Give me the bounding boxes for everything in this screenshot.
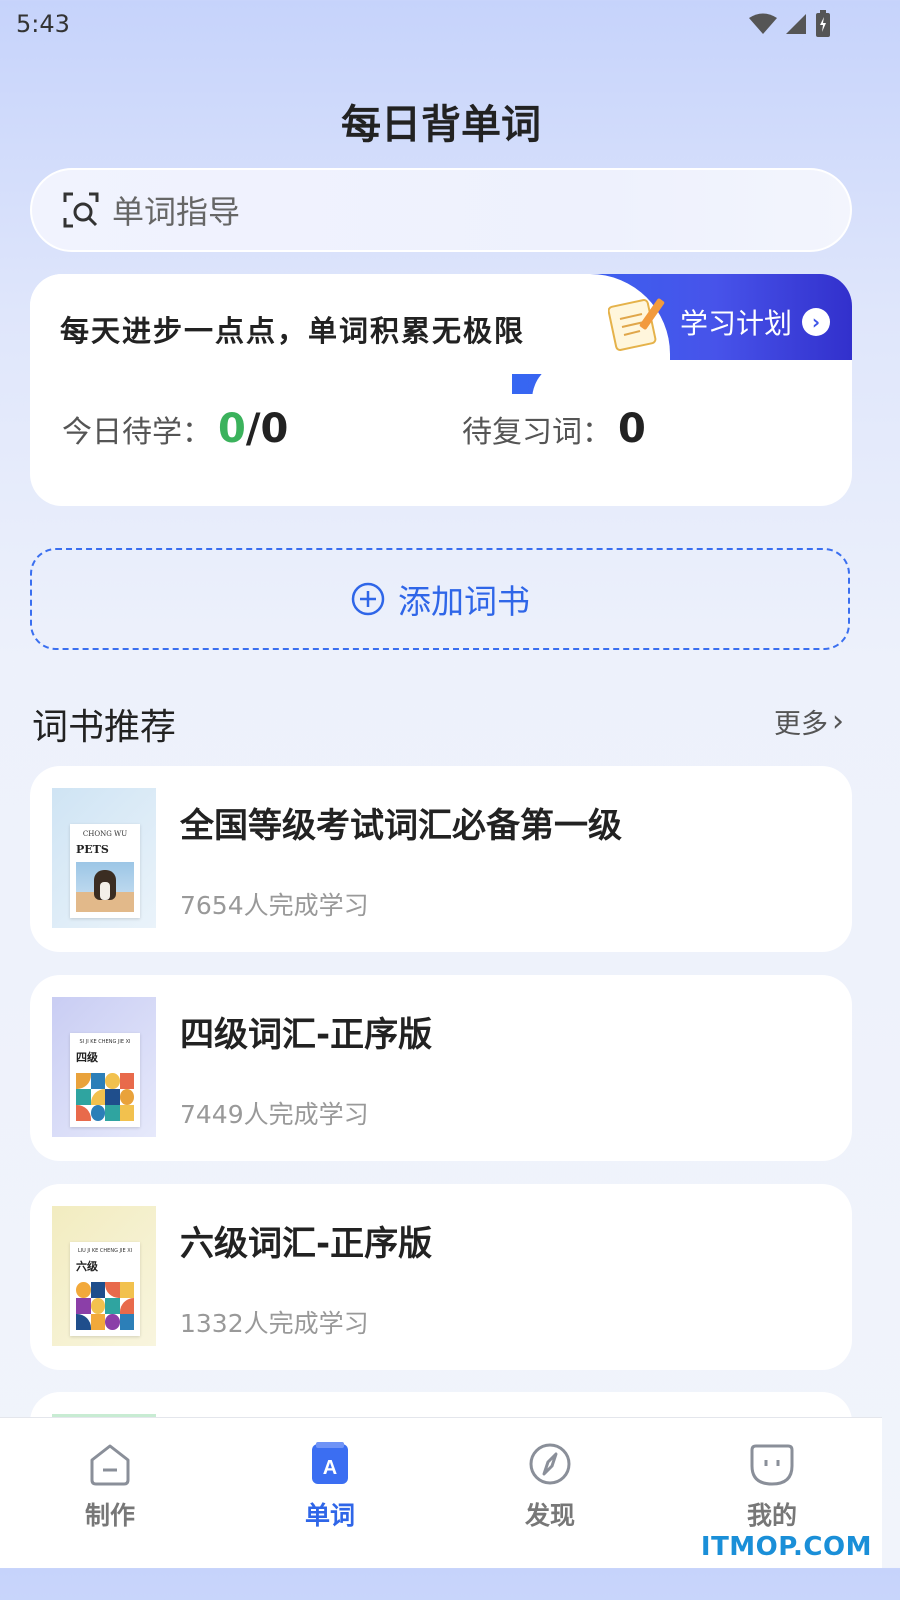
cover-text: SI JI KE CHENG JIE XI (79, 1039, 131, 1045)
tab-mine[interactable]: 我的 (712, 1440, 832, 1532)
add-word-book-label: 添加词书 (398, 582, 530, 621)
cellular-signal-icon (786, 14, 806, 34)
dog-photo (76, 862, 134, 912)
geometric-pattern (76, 1282, 134, 1330)
cover-text: PETS (76, 843, 109, 856)
compass-icon (529, 1443, 571, 1485)
today-done: 0 (218, 406, 246, 452)
today-label: 今日待学： (62, 415, 212, 450)
tab-label: 发现 (524, 1501, 575, 1530)
review-label: 待复习词： (462, 415, 612, 450)
profile-icon (750, 1444, 794, 1486)
chevron-right-icon: › (832, 704, 844, 739)
section-title-recommend: 词书推荐 (32, 707, 177, 748)
add-word-book-button[interactable]: 添加词书 (30, 548, 850, 650)
status-time: 5:43 (16, 10, 70, 38)
book-title: 全国等级考试词汇必备第一级 (180, 806, 622, 846)
book-card[interactable]: LIU JI KE CHENG JIE XI 六级 六级词汇-正序版 1332人… (30, 1184, 852, 1370)
tab-label: 我的 (746, 1501, 797, 1530)
study-plan-label: 学习计划 (679, 307, 792, 340)
wifi-icon (749, 13, 777, 34)
home-icon (90, 1444, 130, 1486)
study-plan-card: 每天进步一点点，单词积累无极限 学习计划 › 今日待学： 0 /0 待复习词： … (30, 274, 852, 506)
cover-text: 六级 (76, 1260, 98, 1273)
book-card[interactable]: SI JI KE CHENG JIE XI 四级 四级词汇-正序版 7449人完… (30, 975, 852, 1161)
chevron-right-icon: › (802, 308, 830, 336)
more-label: 更多 (774, 709, 828, 740)
tab-label: 单词 (304, 1501, 355, 1530)
page-title: 每日背单词 (341, 102, 541, 148)
notepad-pencil-icon (607, 298, 665, 351)
svg-text:A: A (323, 1457, 337, 1479)
plus-circle-icon (351, 582, 385, 616)
cover-text: LIU JI KE CHENG JIE XI (77, 1248, 133, 1254)
tab-make[interactable]: 制作 (50, 1440, 170, 1532)
scan-search-icon (63, 192, 99, 228)
tab-label: 制作 (84, 1501, 135, 1530)
book-cover-cet4: SI JI KE CHENG JIE XI 四级 (52, 997, 156, 1137)
book-card[interactable]: CHONG WU PETS 全国等级考试词汇必备第一级 7654人完成学习 (30, 766, 852, 952)
review-count: 0 (618, 406, 646, 452)
search-placeholder: 单词指导 (112, 193, 241, 231)
battery-icon (816, 10, 830, 37)
book-learners: 7654人完成学习 (180, 891, 369, 920)
cover-text: CHONG WU (82, 830, 128, 838)
book-title: 六级词汇-正序版 (180, 1224, 433, 1264)
book-learners: 7449人完成学习 (180, 1100, 369, 1129)
book-learners: 1332人完成学习 (180, 1309, 369, 1338)
cover-text: 四级 (76, 1051, 98, 1064)
word-book-icon: A (312, 1442, 348, 1484)
book-cover-pets: CHONG WU PETS (52, 788, 156, 928)
today-stat: 今日待学： 0 /0 (62, 406, 288, 452)
book-cover-cet6: LIU JI KE CHENG JIE XI 六级 (52, 1206, 156, 1346)
search-bar[interactable]: 单词指导 (30, 168, 852, 252)
more-link[interactable]: 更多 › (774, 702, 844, 741)
study-plan-button[interactable]: 学习计划 › (607, 294, 830, 351)
status-icons (748, 8, 832, 40)
today-total: /0 (245, 406, 289, 452)
slogan-text: 每天进步一点点，单词积累无极限 (60, 314, 526, 348)
tab-words[interactable]: A 单词 (270, 1440, 390, 1532)
tab-discover[interactable]: 发现 (490, 1440, 610, 1532)
status-bar: 5:43 (0, 0, 882, 48)
book-title: 四级词汇-正序版 (180, 1015, 433, 1055)
geometric-pattern (76, 1073, 134, 1121)
review-stat: 待复习词： 0 (462, 406, 646, 452)
watermark-text: ITMOP.COM (700, 1532, 872, 1562)
